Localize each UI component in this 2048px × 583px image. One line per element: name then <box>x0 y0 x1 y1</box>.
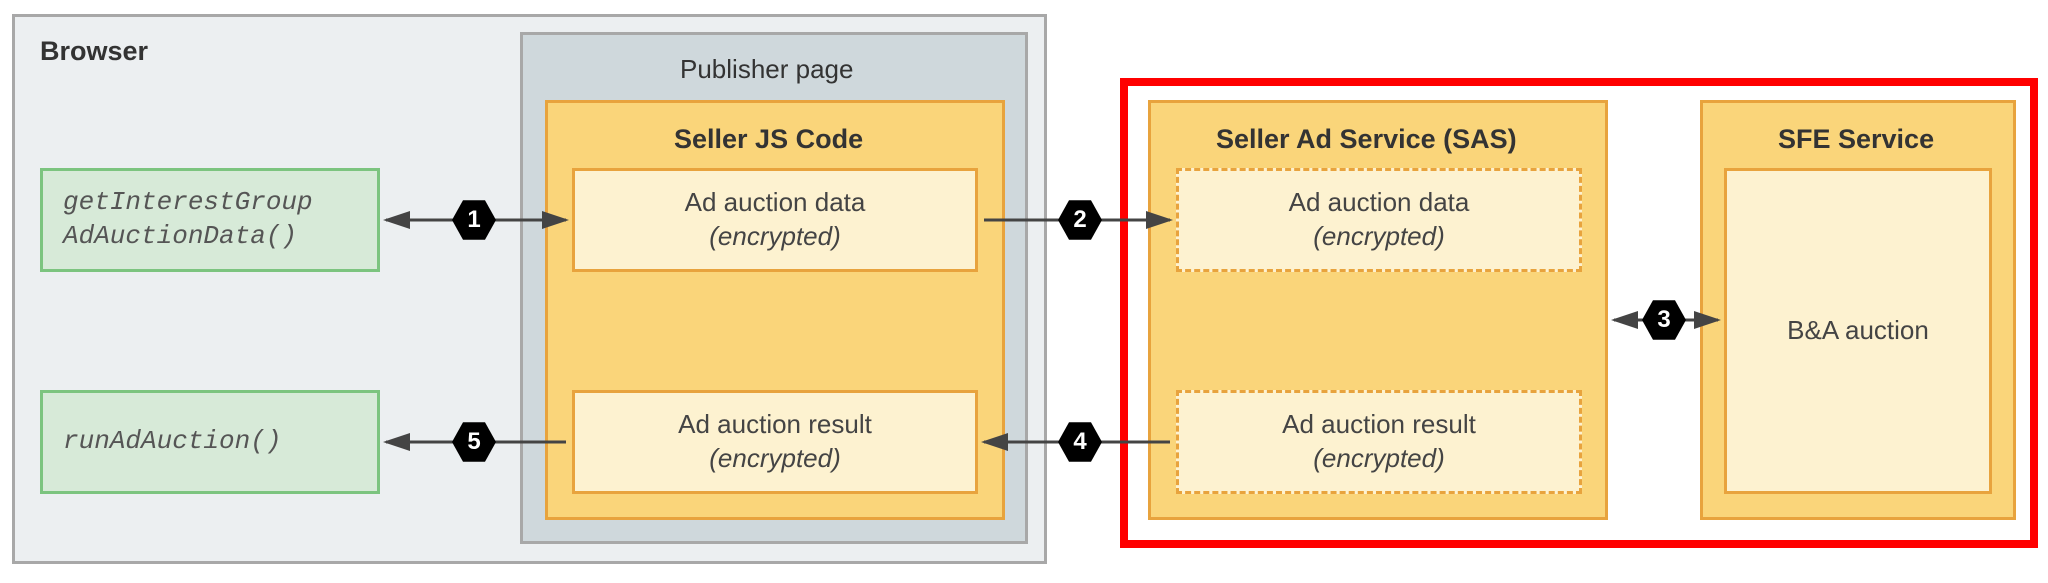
api-run-ad-auction-label: runAdAuction() <box>63 425 281 459</box>
publisher-page-label: Publisher page <box>680 54 853 85</box>
step-1-label: 1 <box>467 206 480 234</box>
sas-title: Seller Ad Service (SAS) <box>1216 124 1517 155</box>
sfe-auction-box: B&A auction <box>1724 168 1992 494</box>
seller-js-result-line1: Ad auction result <box>678 408 872 442</box>
api-get-interest-group: getInterestGroup AdAuctionData() <box>40 168 380 272</box>
api-run-ad-auction: runAdAuction() <box>40 390 380 494</box>
sas-data-line1: Ad auction data <box>1289 186 1470 220</box>
sas-result-line2: (encrypted) <box>1313 442 1445 476</box>
browser-label: Browser <box>40 36 148 67</box>
diagram-canvas: Browser Publisher page Seller JS Code Ad… <box>0 0 2048 583</box>
seller-js-data-box: Ad auction data (encrypted) <box>572 168 978 272</box>
sas-result-line1: Ad auction result <box>1282 408 1476 442</box>
step-3-label: 3 <box>1657 306 1670 334</box>
seller-js-result-box: Ad auction result (encrypted) <box>572 390 978 494</box>
sas-result-box: Ad auction result (encrypted) <box>1176 390 1582 494</box>
step-5-label: 5 <box>467 428 480 456</box>
step-4-badge: 4 <box>1058 420 1102 464</box>
sas-data-box: Ad auction data (encrypted) <box>1176 168 1582 272</box>
seller-js-data-line2: (encrypted) <box>709 220 841 254</box>
step-2-badge: 2 <box>1058 198 1102 242</box>
step-4-label: 4 <box>1073 428 1086 456</box>
seller-js-data-line1: Ad auction data <box>685 186 866 220</box>
sas-data-line2: (encrypted) <box>1313 220 1445 254</box>
seller-js-result-line2: (encrypted) <box>709 442 841 476</box>
api-get-interest-group-label: getInterestGroup AdAuctionData() <box>63 186 313 254</box>
step-2-label: 2 <box>1073 206 1086 234</box>
sfe-title: SFE Service <box>1778 124 1934 155</box>
sfe-auction-label: B&A auction <box>1787 314 1929 348</box>
seller-js-title: Seller JS Code <box>674 124 863 155</box>
